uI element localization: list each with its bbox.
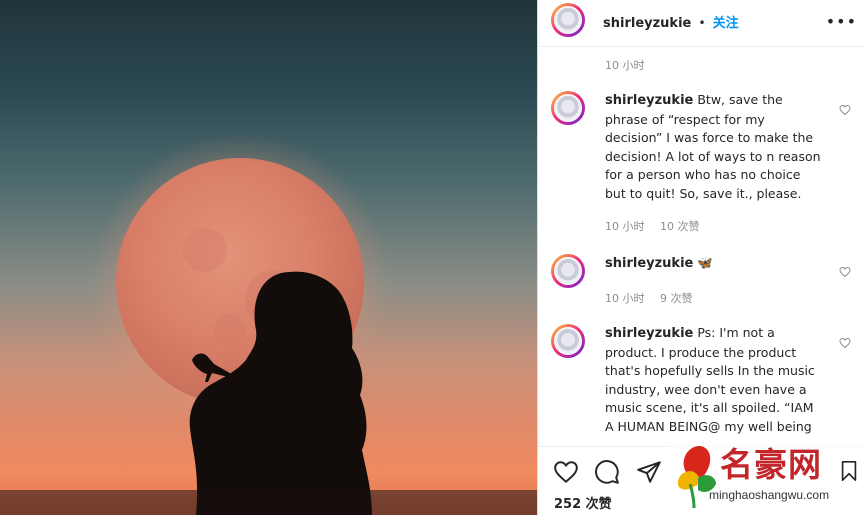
avatar[interactable] bbox=[551, 324, 585, 358]
heart-icon[interactable] bbox=[839, 266, 851, 278]
moon-silhouette-illustration bbox=[0, 132, 537, 515]
comment-text: Btw, save the phrase of “respect for my … bbox=[605, 92, 821, 201]
heart-icon[interactable] bbox=[839, 337, 851, 349]
comment-meta: 10 小时 10 次赞 bbox=[605, 218, 712, 234]
comment-username[interactable]: shirleyzukie bbox=[605, 256, 693, 271]
avatar[interactable] bbox=[551, 254, 585, 288]
heart-icon[interactable] bbox=[839, 104, 851, 116]
watermark-name: 名豪网 bbox=[720, 445, 822, 484]
bookmark-icon[interactable] bbox=[838, 458, 860, 484]
follow-button[interactable]: 关注 bbox=[713, 16, 739, 31]
comments-list[interactable]: 10 小时 shirleyzukie Btw, save the phrase … bbox=[538, 47, 864, 445]
caption-time: 10 小时 bbox=[605, 59, 645, 72]
more-icon[interactable]: ••• bbox=[826, 12, 857, 31]
header-user: shirleyzukie • 关注 bbox=[603, 12, 739, 31]
comment-icon[interactable] bbox=[594, 459, 620, 485]
comment-time: 10 小时 bbox=[605, 292, 645, 305]
comment-like-count[interactable]: 10 次赞 bbox=[660, 220, 700, 233]
header-username[interactable]: shirleyzukie bbox=[603, 16, 691, 31]
comment-like-count[interactable]: 9 次赞 bbox=[660, 292, 693, 305]
butterfly-emoji: 🦋 bbox=[697, 255, 713, 270]
comment-text-block: shirleyzukie Ps: I'm not a product. I pr… bbox=[605, 324, 823, 436]
comment-username[interactable]: shirleyzukie bbox=[605, 326, 693, 341]
comment-time: 10 小时 bbox=[605, 220, 645, 233]
avatar[interactable] bbox=[551, 91, 585, 125]
share-icon[interactable] bbox=[636, 459, 662, 485]
post-header: shirleyzukie • 关注 ••• bbox=[538, 0, 864, 47]
heart-icon[interactable] bbox=[553, 459, 579, 485]
header-separator: • bbox=[698, 16, 706, 30]
watermark-url: minghaoshangwu.com bbox=[709, 488, 830, 502]
comment-meta: 10 小时 9 次赞 bbox=[605, 290, 705, 306]
likes-count[interactable]: 252 次赞 bbox=[554, 493, 612, 512]
comment-text: Ps: I'm not a product. I produce the pro… bbox=[605, 325, 815, 434]
comment-username[interactable]: shirleyzukie bbox=[605, 93, 693, 108]
comment-text-block: shirleyzukie 🦋 bbox=[605, 254, 823, 274]
avatar[interactable] bbox=[551, 3, 585, 37]
post-image[interactable] bbox=[0, 0, 537, 515]
comment-text-block: shirleyzukie Btw, save the phrase of “re… bbox=[605, 91, 823, 203]
